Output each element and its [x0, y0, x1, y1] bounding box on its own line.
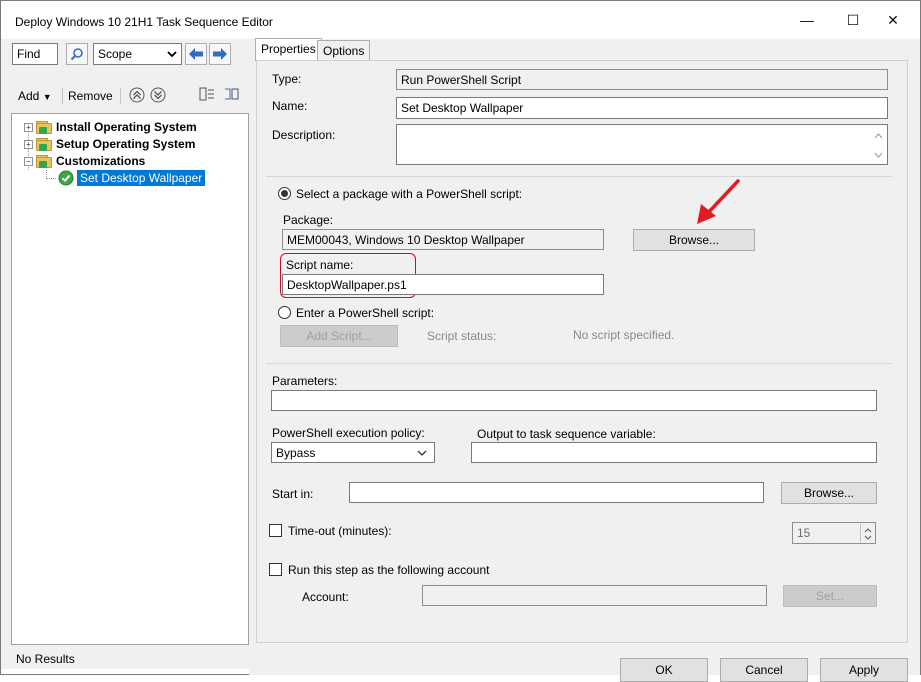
tree-item-label: Customizations	[56, 154, 146, 168]
script-name-label: Script name:	[286, 258, 354, 272]
task-sequence-tree[interactable]: + Install Operating System + Setup Opera…	[11, 113, 249, 645]
expand-all-icon	[199, 87, 214, 101]
arrow-left-icon	[189, 48, 203, 60]
toolbar-divider	[62, 88, 63, 104]
description-scrollbar[interactable]	[871, 126, 886, 163]
package-label: Package:	[283, 213, 334, 227]
set-account-button[interactable]: Set...	[783, 585, 877, 607]
parameters-input[interactable]	[271, 390, 877, 411]
execution-policy-value: Bypass	[276, 446, 316, 460]
title-bar[interactable]: Deploy Windows 10 21H1 Task Sequence Edi…	[1, 1, 920, 39]
caret-down-icon: ▼	[42, 92, 52, 102]
timeout-value: 15	[797, 526, 811, 540]
enter-script-radio-label: Enter a PowerShell script:	[296, 306, 435, 320]
section-divider	[266, 363, 892, 364]
add-menu[interactable]: Add ▼	[18, 89, 52, 103]
scope-dropdown[interactable]: Scope	[93, 43, 182, 65]
folder-icon	[36, 137, 52, 151]
double-chevron-up-icon	[129, 87, 145, 103]
tree-item-set-desktop-wallpaper[interactable]: Set Desktop Wallpaper	[58, 170, 206, 186]
description-label: Description:	[272, 128, 336, 142]
folder-icon	[36, 120, 52, 134]
expand-icon: +	[24, 122, 33, 132]
move-down-button[interactable]	[150, 87, 166, 106]
toolbar-divider	[120, 88, 121, 104]
name-label: Name:	[272, 99, 308, 113]
minimize-button[interactable]: —	[784, 1, 830, 39]
double-chevron-down-icon	[150, 87, 166, 103]
output-variable-input[interactable]	[471, 442, 877, 463]
parameters-label: Parameters:	[272, 374, 338, 388]
section-divider	[266, 176, 892, 177]
tree-connector	[46, 170, 56, 179]
chevron-down-icon	[417, 450, 427, 456]
enter-script-radio[interactable]	[278, 306, 291, 319]
package-radio-label: Select a package with a PowerShell scrip…	[296, 187, 523, 201]
package-field: MEM00043, Windows 10 Desktop Wallpaper	[282, 229, 604, 250]
cancel-button[interactable]: Cancel	[720, 658, 808, 682]
collapse-icon: −	[24, 156, 33, 166]
previous-button[interactable]	[185, 43, 207, 65]
account-field	[422, 585, 767, 606]
chevron-down-icon	[167, 51, 177, 58]
scope-label: Scope	[98, 47, 133, 61]
check-circle-icon	[58, 170, 74, 186]
scroll-up-icon	[874, 133, 883, 139]
script-status-value: No script specified.	[573, 328, 675, 342]
tree-item-setup-os[interactable]: + Setup Operating System	[24, 136, 195, 152]
run-as-account-label: Run this step as the following account	[288, 563, 490, 577]
name-input[interactable]: Set Desktop Wallpaper	[396, 97, 888, 119]
move-up-button[interactable]	[129, 87, 145, 106]
script-name-input[interactable]: DesktopWallpaper.ps1	[282, 274, 604, 295]
tab-properties[interactable]: Properties	[255, 38, 322, 61]
script-status-label: Script status:	[427, 329, 497, 343]
start-in-label: Start in:	[272, 487, 314, 501]
timeout-stepper[interactable]: 15	[792, 522, 876, 544]
tab-options[interactable]: Options	[317, 40, 371, 61]
package-radio[interactable]	[278, 187, 291, 200]
window-title: Deploy Windows 10 21H1 Task Sequence Edi…	[15, 15, 273, 29]
apply-button[interactable]: Apply	[820, 658, 908, 682]
scroll-down-icon	[874, 152, 883, 158]
collapse-all-button[interactable]	[223, 86, 239, 105]
search-icon	[70, 48, 83, 61]
stepper-arrows[interactable]	[860, 524, 874, 542]
expand-icon: +	[24, 139, 33, 149]
add-label: Add	[18, 89, 40, 103]
annotation-arrow-icon	[697, 179, 740, 224]
close-button[interactable]: ✕	[870, 1, 916, 39]
tree-item-label: Setup Operating System	[56, 137, 196, 151]
timeout-label: Time-out (minutes):	[288, 524, 392, 538]
expand-all-button[interactable]	[199, 86, 215, 105]
execution-policy-label: PowerShell execution policy:	[272, 426, 425, 440]
type-label: Type:	[272, 72, 302, 86]
tree-item-label: Install Operating System	[56, 120, 197, 134]
spin-down-icon	[864, 535, 872, 540]
tree-item-customizations[interactable]: − Customizations	[24, 153, 145, 169]
run-as-account-checkbox[interactable]	[269, 563, 282, 576]
find-input[interactable]: Find	[12, 43, 58, 65]
folder-icon	[36, 154, 52, 168]
account-label: Account:	[302, 590, 349, 604]
type-field: Run PowerShell Script	[396, 69, 888, 90]
output-variable-label: Output to task sequence variable:	[477, 427, 656, 441]
add-script-button[interactable]: Add Script...	[280, 325, 398, 347]
tree-item-install-os[interactable]: + Install Operating System	[24, 119, 197, 135]
search-button[interactable]	[66, 43, 88, 65]
browse-start-in-button[interactable]: Browse...	[781, 482, 877, 504]
tree-item-label: Set Desktop Wallpaper	[77, 170, 206, 186]
search-status: No Results	[16, 652, 75, 666]
timeout-checkbox[interactable]	[269, 524, 282, 537]
remove-button[interactable]: Remove	[68, 89, 113, 103]
arrow-right-icon	[213, 48, 227, 60]
description-input[interactable]	[396, 124, 888, 165]
execution-policy-select[interactable]: Bypass	[271, 442, 435, 463]
collapse-all-icon	[225, 88, 239, 100]
start-in-input[interactable]	[349, 482, 764, 503]
next-button[interactable]	[209, 43, 231, 65]
browse-package-button[interactable]: Browse...	[633, 229, 755, 251]
ok-button[interactable]: OK	[620, 658, 708, 682]
